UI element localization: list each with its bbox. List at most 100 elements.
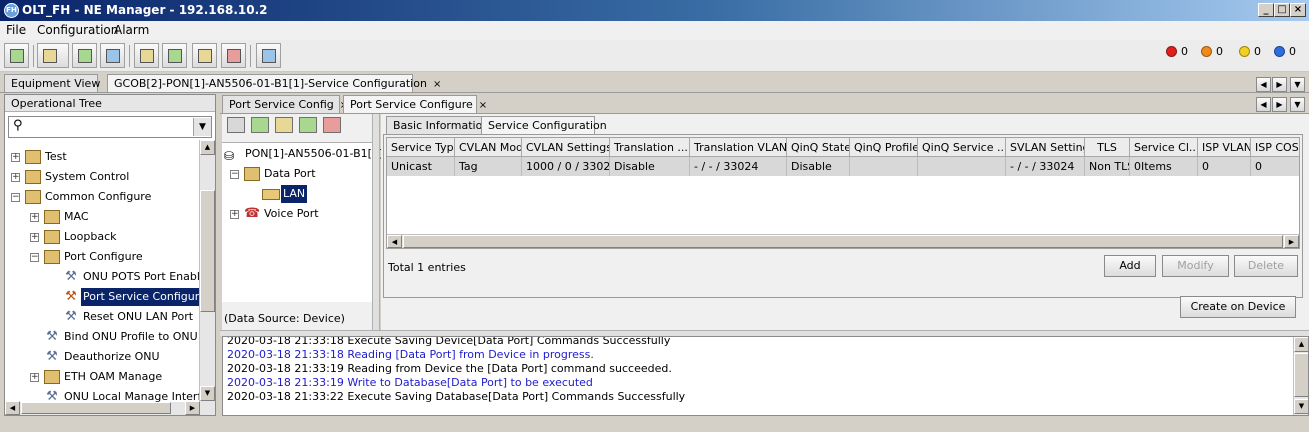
copy-icon[interactable] (275, 117, 293, 133)
save-icon[interactable] (251, 117, 269, 133)
tree-search-input[interactable]: ⚲ ▼ (8, 116, 212, 138)
subtab-list-icon[interactable]: ▼ (1290, 97, 1305, 112)
delete-button[interactable]: Delete (1234, 255, 1298, 277)
col-translation[interactable]: Translation ... (610, 138, 690, 157)
log-line: 2020-03-18 21:33:18 Execute Saving Devic… (227, 336, 671, 347)
log-line: 2020-03-18 21:33:22 Execute Saving Datab… (227, 390, 686, 403)
table-cell[interactable] (850, 157, 918, 176)
menu-alarm[interactable]: Alarm (114, 23, 149, 37)
close-tab-icon[interactable]: × (479, 100, 487, 111)
maximize-button[interactable]: □ (1274, 3, 1290, 17)
tab-service-configuration-inner[interactable]: Service Configuration (481, 116, 607, 134)
menu-configuration[interactable]: Configuration (37, 23, 118, 37)
upload-icon[interactable] (221, 43, 246, 68)
tree-item-port-service-configure[interactable]: ⚒ Port Service Configure (5, 288, 199, 306)
tree-item-eth-oam-manage[interactable]: + ETH OAM Manage (5, 368, 199, 386)
col-tls[interactable]: TLS (1085, 138, 1130, 157)
menu-bar: File Configuration Alarm (0, 21, 1309, 40)
tree-item-deauthorize-onu[interactable]: ⚒ Deauthorize ONU (5, 348, 199, 366)
tools-icon: ⚒ (65, 289, 77, 304)
table-cell[interactable]: - / - / 33024 (1006, 157, 1085, 176)
tree-item-system-control[interactable]: + System Control (5, 168, 199, 186)
alarm-dot-icon (1239, 46, 1250, 57)
device-icon[interactable] (100, 43, 125, 68)
search-dropdown-icon[interactable]: ▼ (193, 118, 211, 136)
col-qinq-service[interactable]: QinQ Service ... (918, 138, 1006, 157)
tree-horizontal-scrollbar[interactable]: ◀ ▶ (5, 401, 215, 415)
status-bar (0, 418, 1309, 432)
tree-item-reset-onu-lan-port[interactable]: ⚒ Reset ONU LAN Port (5, 308, 199, 326)
col-cvlan-settings[interactable]: CVLAN Settings (522, 138, 610, 157)
minor-alarm[interactable]: 0 (1239, 45, 1261, 58)
table-cell[interactable]: 1000 / 0 / 33024 (522, 157, 610, 176)
table-cell[interactable]: Disable (610, 157, 690, 176)
log-vertical-scrollbar[interactable]: ▲ ▼ (1293, 337, 1308, 415)
tab-scroll-right-icon[interactable]: ▶ (1272, 77, 1287, 92)
close-tab-icon[interactable]: × (433, 79, 441, 90)
menu-file[interactable]: File (6, 23, 26, 37)
config-dropdown-icon[interactable] (37, 43, 69, 68)
download-icon[interactable] (162, 43, 187, 68)
warning-alarm[interactable]: 0 (1274, 45, 1296, 58)
edit-icon[interactable] (134, 43, 159, 68)
tree-item-loopback[interactable]: + Loopback (5, 228, 199, 246)
col-isp-cos[interactable]: ISP COS (1251, 138, 1299, 157)
col-service-type[interactable]: Service Type (387, 138, 455, 157)
tab-service-configuration[interactable]: GCOB[2]-PON[1]-AN5506-01-B1[1]-Service C… (107, 74, 441, 92)
table-cell[interactable]: Tag (455, 157, 522, 176)
tab-scroll-left-icon[interactable]: ◀ (1256, 77, 1271, 92)
col-svlan-settings[interactable]: SVLAN Settings (1006, 138, 1085, 157)
subtab-scroll-right-icon[interactable]: ▶ (1272, 97, 1287, 112)
close-button[interactable]: × (1290, 3, 1306, 17)
log-line: 2020-03-18 21:33:19 Write to Database[Da… (227, 376, 593, 389)
tree-item-test[interactable]: + Test (5, 148, 199, 166)
modify-button[interactable]: Modify (1162, 255, 1229, 277)
download-device-icon[interactable] (299, 117, 317, 133)
delete-icon[interactable] (323, 117, 341, 133)
tab-basic-information[interactable]: Basic Information (386, 116, 489, 134)
folder-icon (44, 230, 60, 244)
clock-icon[interactable] (72, 43, 97, 68)
refresh-icon[interactable] (4, 43, 29, 68)
table-horizontal-scrollbar[interactable]: ◀ ▶ (387, 234, 1299, 248)
tab-port-service-configure[interactable]: Port Service Configure × (343, 95, 487, 113)
tree-item-port-configure[interactable]: − Port Configure (5, 248, 199, 266)
col-service-class[interactable]: Service Cl... (1130, 138, 1198, 157)
col-qinq-profile[interactable]: QinQ Profile (850, 138, 918, 157)
tab-list-icon[interactable]: ▼ (1290, 77, 1305, 92)
subtab-scroll-left-icon[interactable]: ◀ (1256, 97, 1271, 112)
table-cell[interactable]: 0 (1251, 157, 1299, 176)
table-cell[interactable]: 0 (1198, 157, 1251, 176)
tree-item-bind-onu-profile[interactable]: ⚒ Bind ONU Profile to ONU (5, 328, 199, 346)
table-cell[interactable]: Disable (787, 157, 850, 176)
tree-vertical-scrollbar[interactable]: ▲ ▼ (199, 140, 215, 402)
col-qinq-state[interactable]: QinQ State (787, 138, 850, 157)
split-pane-divider[interactable] (372, 114, 380, 330)
major-alarm[interactable]: 0 (1201, 45, 1223, 58)
tree-item-onu-pots-port-enable[interactable]: ⚒ ONU POTS Port Enable (5, 268, 199, 286)
add-icon[interactable] (227, 117, 245, 133)
tree-item-common-configure[interactable]: − Common Configure (5, 188, 199, 206)
alarm-dot-icon (1274, 46, 1285, 57)
service-table: Service Type CVLAN Mode CVLAN Settings T… (386, 137, 1300, 249)
minimize-button[interactable]: _ (1258, 3, 1274, 17)
log-line: 2020-03-18 21:33:18 Reading [Data Port] … (227, 348, 594, 361)
add-button[interactable]: Add (1104, 255, 1156, 277)
tree-item-mac[interactable]: + MAC (5, 208, 199, 226)
table-cell[interactable]: 0Items (1130, 157, 1198, 176)
critical-alarm[interactable]: 0 (1166, 45, 1188, 58)
print-icon[interactable] (192, 43, 217, 68)
app-icon: FH (4, 3, 19, 18)
window-icon[interactable] (256, 43, 281, 68)
tree-item-onu-local-manage-interface[interactable]: ⚒ ONU Local Manage Interface (5, 388, 199, 402)
table-cell[interactable]: - / - / 33024 (690, 157, 787, 176)
col-translation-vlan[interactable]: Translation VLAN... (690, 138, 787, 157)
table-cell[interactable]: Unicast (387, 157, 455, 176)
tab-port-service-config[interactable]: Port Service Config× (222, 95, 348, 113)
col-cvlan-mode[interactable]: CVLAN Mode (455, 138, 522, 157)
create-on-device-button[interactable]: Create on Device (1180, 296, 1296, 318)
col-isp-vlan[interactable]: ISP VLAN (1198, 138, 1251, 157)
table-cell[interactable]: Non TLS (1085, 157, 1130, 176)
table-cell[interactable] (918, 157, 1006, 176)
tab-equipment-view[interactable]: Equipment View (4, 74, 100, 92)
